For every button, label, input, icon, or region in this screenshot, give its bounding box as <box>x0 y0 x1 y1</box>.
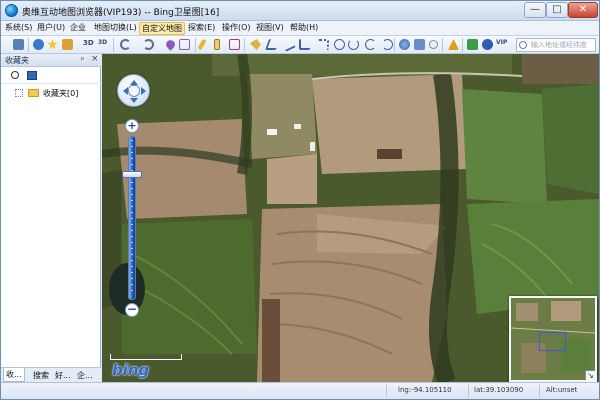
toolbar-separator <box>113 38 114 52</box>
toolbar: 3D 3D VIP 输入地址或经纬度 <box>1 36 599 54</box>
toolbar-separator <box>28 38 29 52</box>
panel-toolbar <box>1 67 101 84</box>
toolbar-separator <box>442 38 443 52</box>
favorites-panel: 收藏夹 ᵖ × 收藏夹[0] 收... 搜索 好... 企... <box>1 54 101 382</box>
pin-icon[interactable]: ᵖ <box>81 55 84 64</box>
angle-icon[interactable] <box>299 39 310 50</box>
vip-icon[interactable]: VIP <box>496 39 507 46</box>
pan-up-icon[interactable] <box>130 76 138 85</box>
route-icon[interactable] <box>264 39 281 50</box>
favorites-tree: 收藏夹[0] <box>1 85 101 367</box>
panel-title: 收藏夹 <box>5 56 29 65</box>
star-icon[interactable] <box>47 39 58 50</box>
save-icon[interactable] <box>13 39 24 50</box>
menu-operate[interactable]: 操作(O) <box>220 22 253 35</box>
toolbar-separator <box>195 38 196 52</box>
panel-close-button[interactable]: × <box>91 54 99 64</box>
ruler-icon[interactable] <box>214 39 220 50</box>
polyline-icon[interactable] <box>281 37 296 52</box>
zoom-slider-handle[interactable] <box>122 171 142 178</box>
menu-system[interactable]: 系统(S) <box>3 22 34 35</box>
globe-rotate-icon[interactable] <box>382 39 393 50</box>
menu-map-switch[interactable]: 地图切换(L) <box>92 22 139 35</box>
pan-control[interactable] <box>117 74 150 107</box>
folder-icon <box>28 89 39 97</box>
panel-header: 收藏夹 ᵖ × <box>1 54 101 67</box>
pan-left-icon[interactable] <box>119 87 128 95</box>
altitude-readout: Alt:unset <box>546 386 578 394</box>
folder-view-icon[interactable] <box>27 71 37 80</box>
zoom-ticks <box>131 140 133 296</box>
pencil-icon[interactable] <box>197 38 207 51</box>
menu-help[interactable]: 帮助(H) <box>288 22 320 35</box>
bing-logo: bing <box>112 361 150 379</box>
hand-icon[interactable] <box>128 85 140 97</box>
minimap-viewport[interactable] <box>539 332 566 351</box>
toolbar-separator <box>244 38 245 52</box>
globe-icon[interactable] <box>399 39 410 50</box>
layers-icon[interactable] <box>414 39 425 50</box>
pan-right-icon[interactable] <box>141 87 150 95</box>
image-icon[interactable] <box>229 39 240 50</box>
status-divider <box>386 385 387 397</box>
panel-tabs: 收... 搜索 好... 企... <box>1 367 101 382</box>
pan-down-icon[interactable] <box>130 98 138 107</box>
close-button[interactable]: ✕ <box>568 2 598 18</box>
status-bar: lng:-94.105110 lat:39.103090 Alt:unset <box>1 382 599 399</box>
tree-expander-icon[interactable] <box>15 89 23 97</box>
maximize-button[interactable]: □ <box>546 2 568 18</box>
search-input[interactable]: 输入地址或经纬度 <box>516 38 596 52</box>
shape-icon[interactable] <box>179 39 190 50</box>
info-icon[interactable] <box>482 39 493 50</box>
3d-alt-icon[interactable]: 3D <box>98 39 107 46</box>
user-icon[interactable] <box>33 39 44 50</box>
attach-icon[interactable] <box>427 38 440 51</box>
satellite-map[interactable]: + − bing ↘ <box>102 54 599 382</box>
circle-icon[interactable] <box>334 39 345 50</box>
search-icon[interactable] <box>11 71 19 79</box>
menu-bar: 系统(S) 用户(U) 企业 地图切换(L) 自定义地图 探索(E) 操作(O)… <box>1 21 599 36</box>
tab-enterprise[interactable]: 企... <box>75 370 95 381</box>
overview-minimap[interactable]: ↘ <box>509 296 597 382</box>
redo-icon[interactable] <box>143 39 154 50</box>
toolbar-separator <box>394 38 395 52</box>
menu-enterprise[interactable]: 企业 <box>68 22 88 35</box>
rotate-icon[interactable] <box>365 39 376 50</box>
tab-favorites[interactable]: 收... <box>3 368 25 382</box>
window-title: 奥维互动地图浏览器(VIP193) -- Bing卫星图[16] <box>22 8 220 18</box>
zoom-out-button[interactable]: − <box>125 303 139 317</box>
chat-icon[interactable] <box>467 39 478 50</box>
search-icon <box>519 41 527 49</box>
track-icon[interactable] <box>318 39 329 50</box>
latitude-readout: lat:39.103090 <box>474 386 524 394</box>
lock-icon[interactable] <box>62 39 73 50</box>
status-divider <box>468 385 469 397</box>
minimap-toggle-button[interactable]: ↘ <box>585 370 595 380</box>
longitude-readout: lng:-94.105110 <box>398 386 452 394</box>
tab-search[interactable]: 搜索 <box>31 370 51 381</box>
zoom-in-button[interactable]: + <box>125 119 139 133</box>
status-divider <box>539 385 540 397</box>
app-globe-icon <box>5 4 18 17</box>
3d-icon[interactable]: 3D <box>83 39 94 47</box>
title-bar[interactable]: 奥维互动地图浏览器(VIP193) -- Bing卫星图[16] — □ ✕ <box>1 1 599 21</box>
undo-icon[interactable] <box>120 39 131 50</box>
scale-bar <box>110 354 182 360</box>
menu-view[interactable]: 视图(V) <box>254 22 286 35</box>
refresh-icon[interactable] <box>348 39 359 50</box>
menu-custom-map[interactable]: 自定义地图 <box>139 22 185 35</box>
menu-explore[interactable]: 探索(E) <box>186 22 217 35</box>
tree-item-label: 收藏夹[0] <box>43 89 79 98</box>
marker-icon[interactable] <box>164 38 177 51</box>
app-window: 奥维互动地图浏览器(VIP193) -- Bing卫星图[16] — □ ✕ 系… <box>0 0 600 400</box>
zoom-slider-track[interactable] <box>128 136 136 300</box>
tab-friends[interactable]: 好... <box>53 370 73 381</box>
minimize-button[interactable]: — <box>524 2 546 18</box>
warning-icon[interactable] <box>448 39 459 50</box>
toolbar-separator <box>462 38 463 52</box>
menu-user[interactable]: 用户(U) <box>35 22 67 35</box>
tag-icon[interactable] <box>250 39 261 50</box>
